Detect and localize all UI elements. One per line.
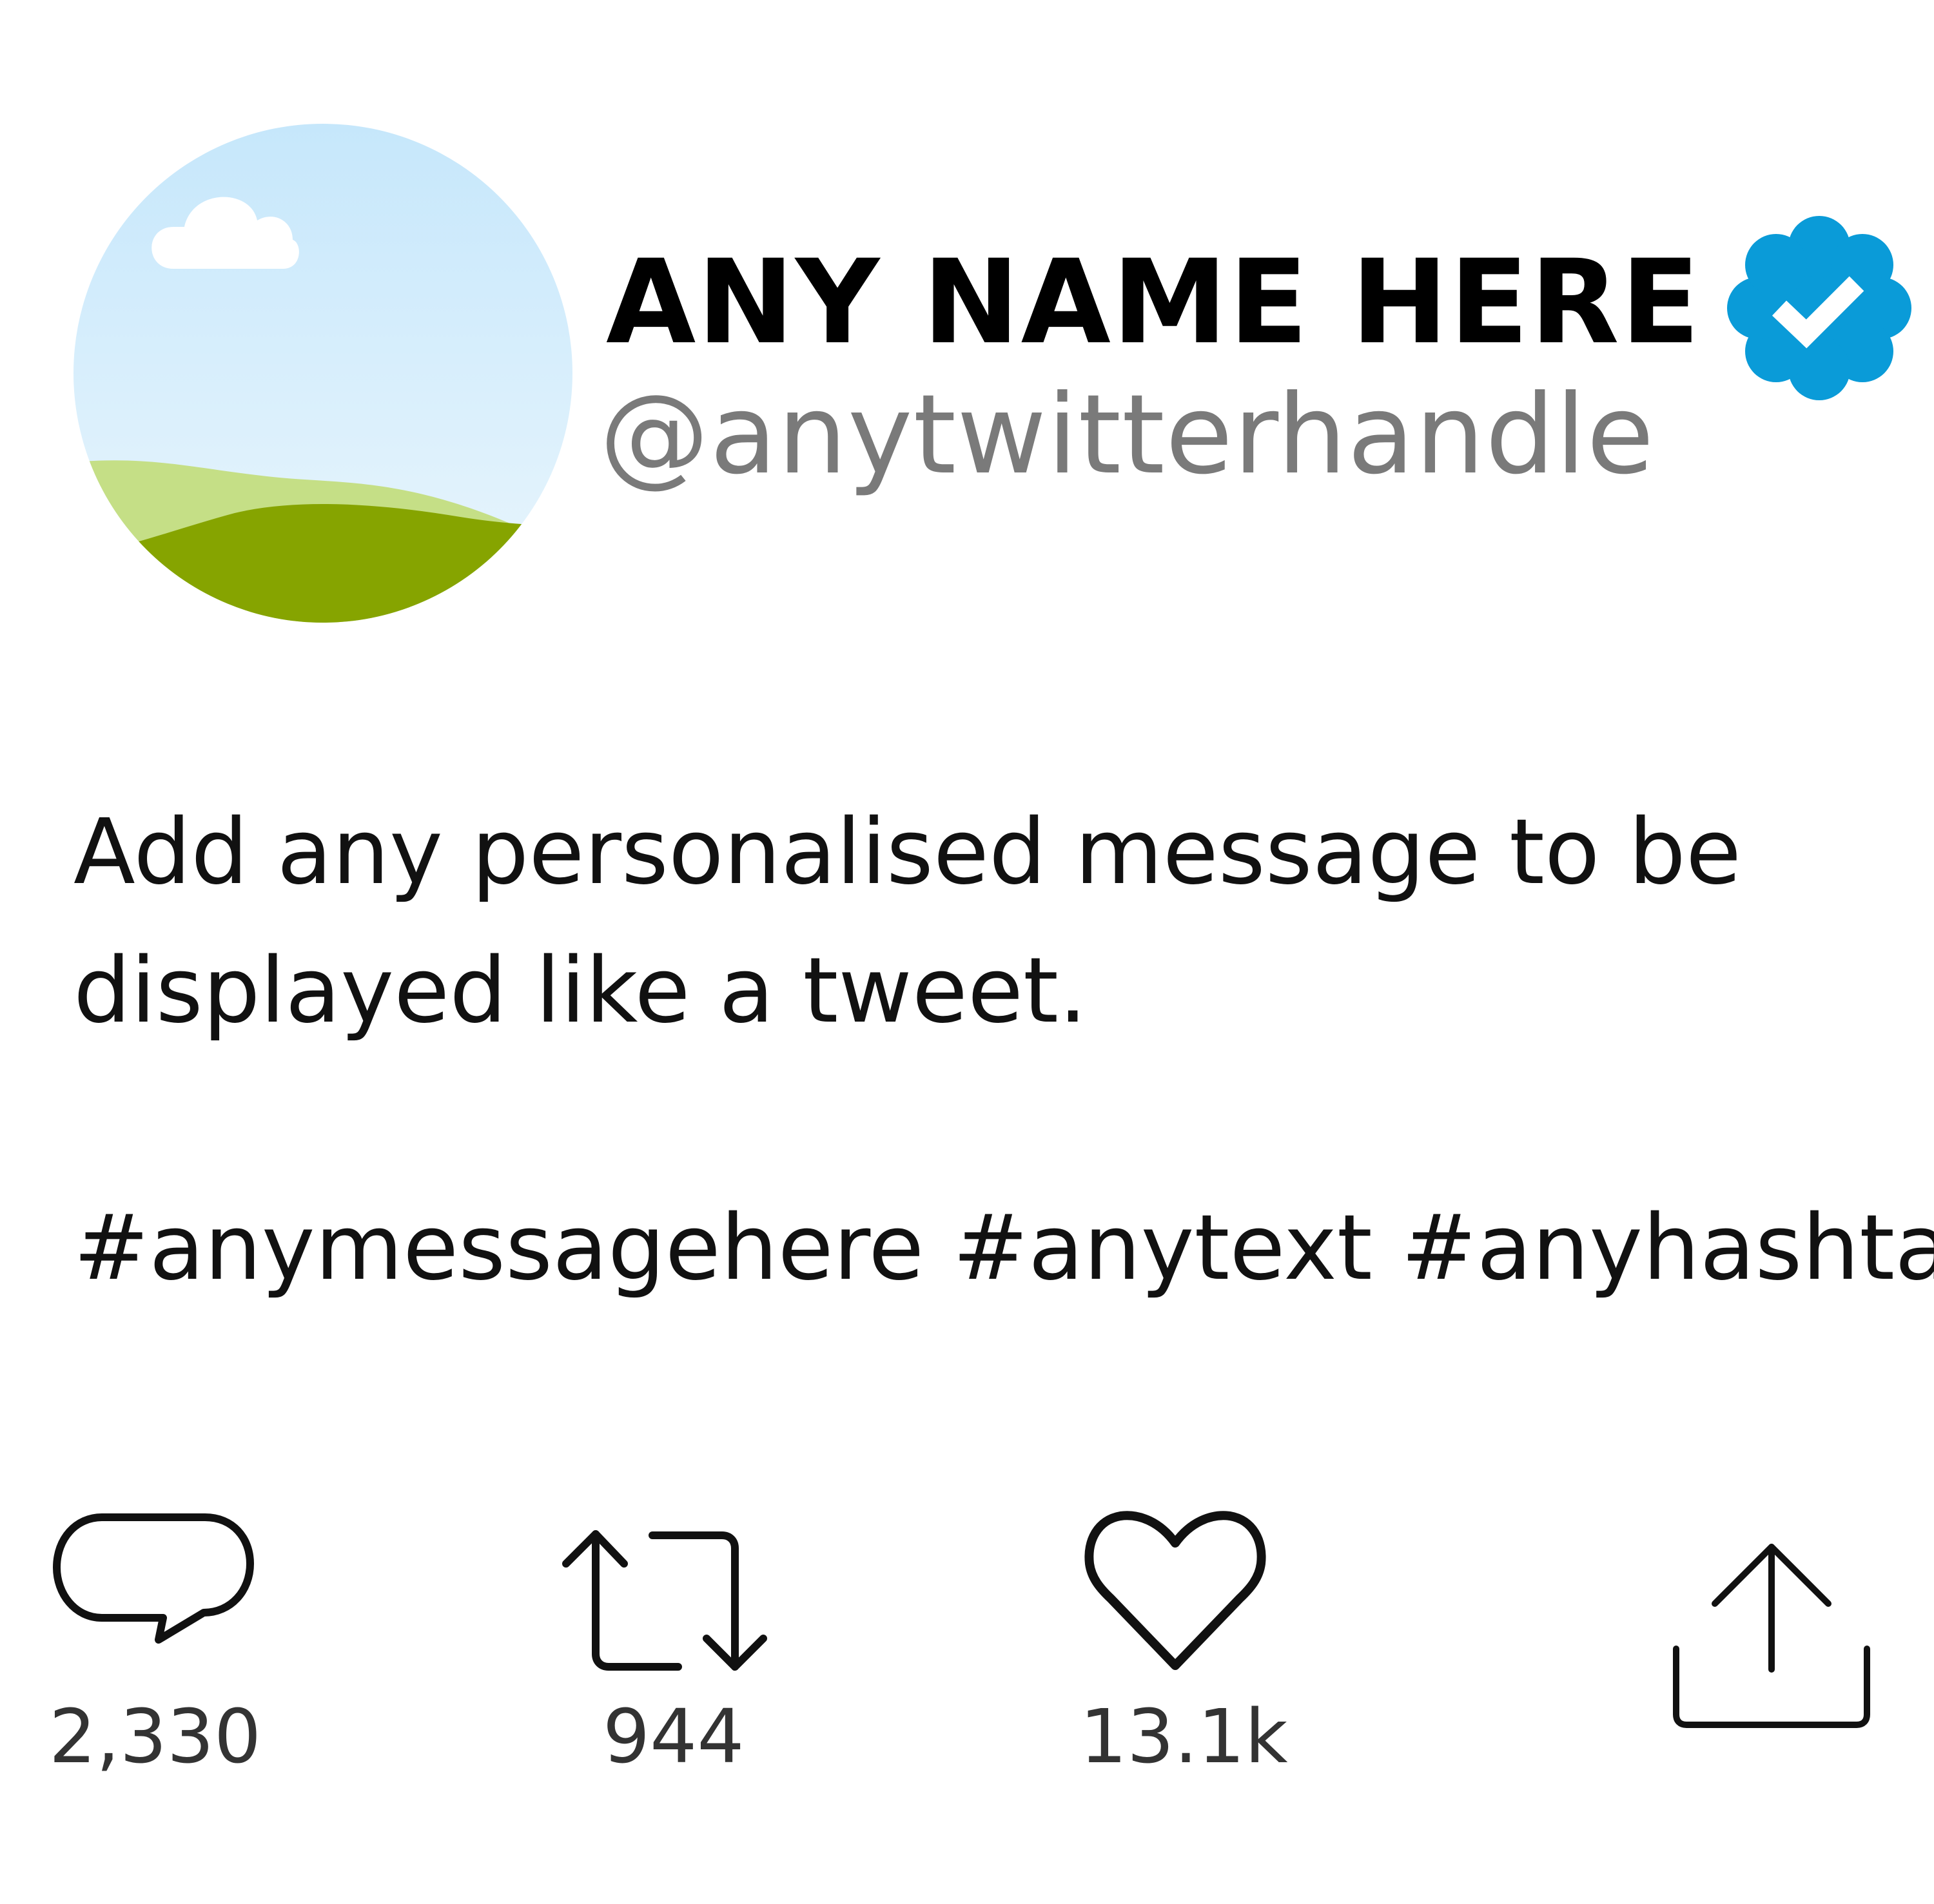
landscape-avatar-icon xyxy=(73,124,572,623)
verified-badge xyxy=(1716,205,1922,411)
reply-count: 2,330 xyxy=(49,1694,262,1780)
verified-badge-icon xyxy=(1727,216,1911,400)
heart-icon xyxy=(1084,1511,1266,1670)
share-button[interactable] xyxy=(1668,1540,1875,1734)
tweet-message: Add any personalised message to be displ… xyxy=(73,800,1742,1044)
user-handle[interactable]: @anytwitterhandle xyxy=(600,380,1655,490)
retweet-count: 944 xyxy=(603,1694,745,1780)
display-name[interactable]: ANY NAME HERE xyxy=(606,245,1701,361)
tweet-hashtags[interactable]: #anymessagehere #anytext #anyhashtag xyxy=(73,1199,1934,1298)
like-count: 13.1k xyxy=(1080,1694,1288,1780)
like-button[interactable] xyxy=(1082,1507,1269,1676)
share-upload-icon xyxy=(1673,1544,1870,1728)
retweet-icon xyxy=(562,1530,767,1671)
avatar[interactable] xyxy=(73,124,572,623)
retweet-button[interactable] xyxy=(560,1526,779,1678)
reply-button[interactable] xyxy=(50,1510,258,1664)
reply-bubble-icon xyxy=(53,1513,254,1644)
